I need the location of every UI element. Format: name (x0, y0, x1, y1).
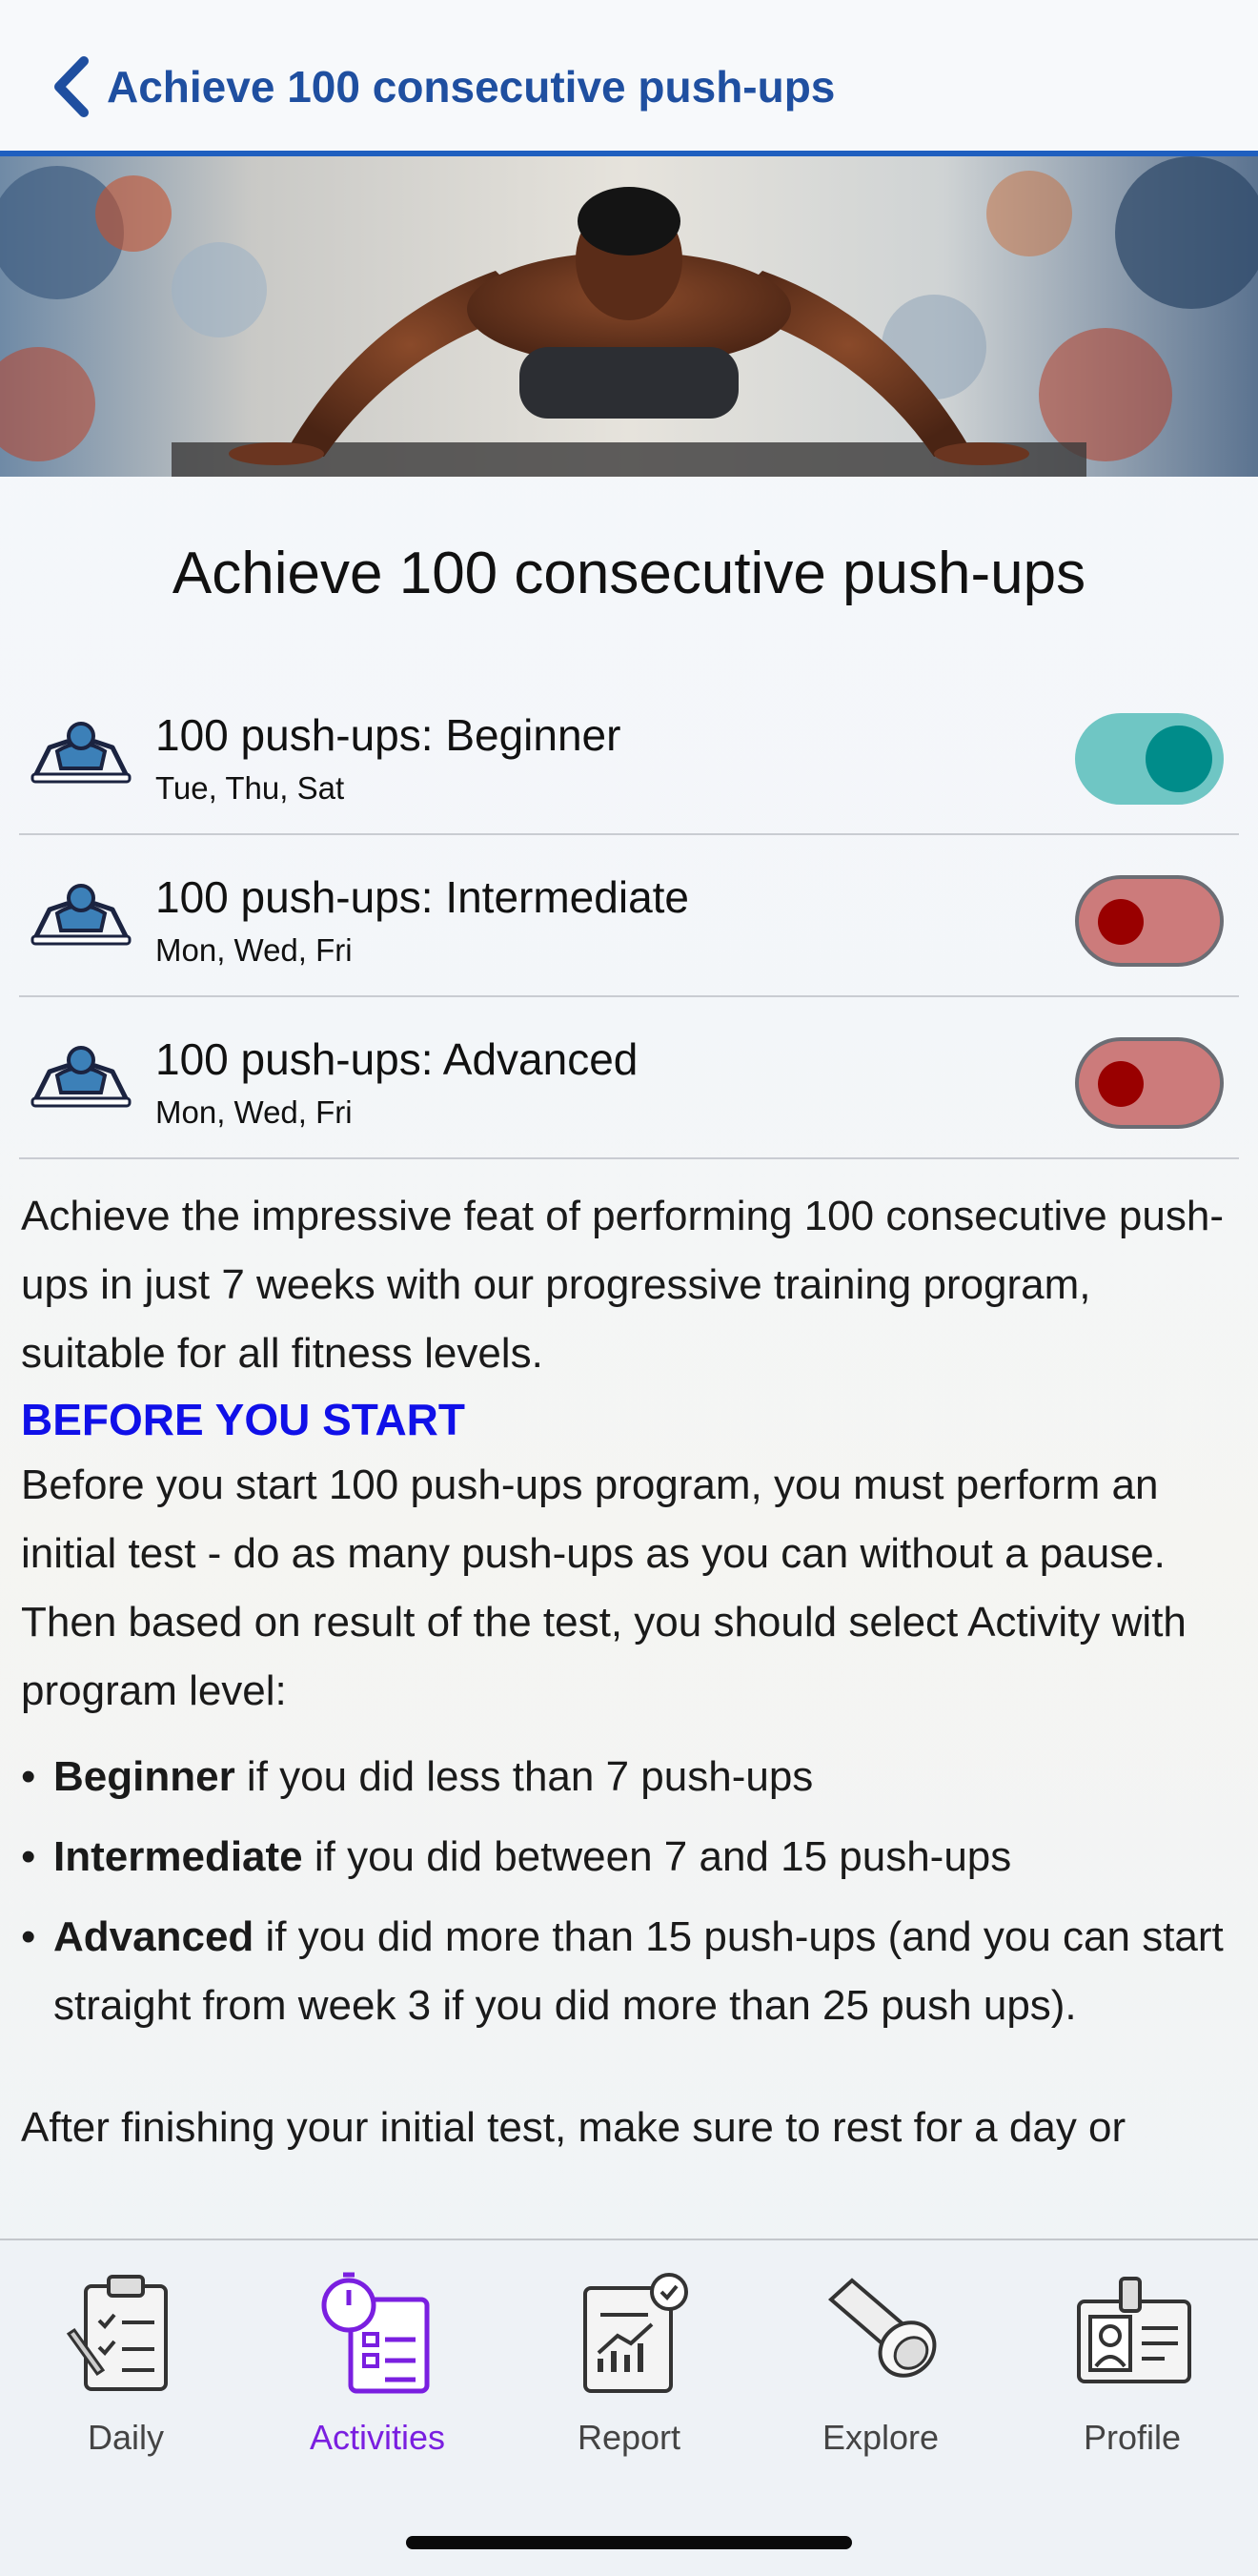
activity-toggle[interactable] (1075, 875, 1224, 967)
flashlight-icon (827, 2278, 937, 2378)
toggle-knob (1098, 1061, 1144, 1107)
tab-label: Explore (822, 2418, 940, 2457)
activity-toggle[interactable] (1075, 713, 1224, 805)
stopwatch-checklist-icon (321, 2272, 430, 2394)
tab-label: Profile (1083, 2418, 1182, 2457)
activity-row-intermediate[interactable]: 100 push-ups: Intermediate Mon, Wed, Fri (19, 833, 1239, 997)
tab-label: Report (577, 2418, 681, 2457)
list-item: Intermediate if you did between 7 and 15… (21, 1823, 1237, 1891)
chevron-left-icon[interactable] (48, 55, 93, 118)
level-criteria: if you did less than 7 push-ups (234, 1753, 814, 1800)
page-title: Achieve 100 consecutive push-ups (172, 541, 1086, 606)
activity-title: 100 push-ups: Intermediate (155, 872, 690, 922)
toggle-knob (1146, 726, 1212, 792)
pushup-person-icon (30, 1046, 132, 1108)
pushup-person-icon (30, 884, 132, 946)
level-name: Intermediate (53, 1833, 303, 1880)
tab-report[interactable]: Report (503, 2240, 755, 2479)
activity-title: 100 push-ups: Beginner (155, 710, 621, 760)
tab-daily[interactable]: Daily (0, 2240, 252, 2479)
toggle-knob (1098, 899, 1144, 945)
header-title[interactable]: Achieve 100 consecutive push-ups (107, 61, 835, 112)
activity-title: 100 push-ups: Advanced (155, 1034, 639, 1084)
tab-activities[interactable]: Activities (252, 2240, 503, 2479)
nav-header: Achieve 100 consecutive push-ups (0, 0, 1258, 156)
tab-label: Daily (87, 2418, 164, 2457)
report-chart-icon (583, 2273, 688, 2393)
activity-days: Mon, Wed, Fri (155, 1094, 353, 1130)
before-text: Before you start 100 push-ups program, y… (21, 1462, 1187, 1714)
level-name: Beginner (53, 1753, 235, 1800)
description: Achieve the impressive feat of performin… (21, 1182, 1237, 2162)
level-criteria: if you did between 7 and 15 push-ups (302, 1833, 1012, 1880)
list-item: Advanced if you did more than 15 push-up… (21, 1903, 1237, 2040)
section-heading: BEFORE YOU START (21, 1395, 465, 1444)
activity-row-beginner[interactable]: 100 push-ups: Beginner Tue, Thu, Sat (19, 671, 1239, 835)
intro-text: Achieve the impressive feat of performin… (21, 1193, 1224, 1377)
activity-days: Tue, Thu, Sat (155, 770, 345, 806)
tab-bar: Daily Activities Report Explore Profile (0, 2239, 1258, 2576)
level-name: Advanced (53, 1913, 254, 1960)
after-text: After finishing your initial test, make … (21, 2104, 1126, 2151)
pushup-person-icon (30, 722, 132, 784)
tab-label: Activities (309, 2418, 446, 2457)
tab-explore[interactable]: Explore (755, 2240, 1006, 2479)
id-badge-icon (1077, 2277, 1191, 2383)
activity-row-advanced[interactable]: 100 push-ups: Advanced Mon, Wed, Fri (19, 995, 1239, 1159)
level-list: Beginner if you did less than 7 push-ups… (21, 1743, 1237, 2040)
tab-profile[interactable]: Profile (1006, 2240, 1258, 2479)
hero-image (0, 156, 1258, 477)
activity-toggle[interactable] (1075, 1037, 1224, 1129)
clipboard-checklist-icon (66, 2275, 168, 2391)
activity-days: Mon, Wed, Fri (155, 932, 353, 968)
home-indicator (406, 2536, 852, 2549)
list-item: Beginner if you did less than 7 push-ups (21, 1743, 1237, 1811)
